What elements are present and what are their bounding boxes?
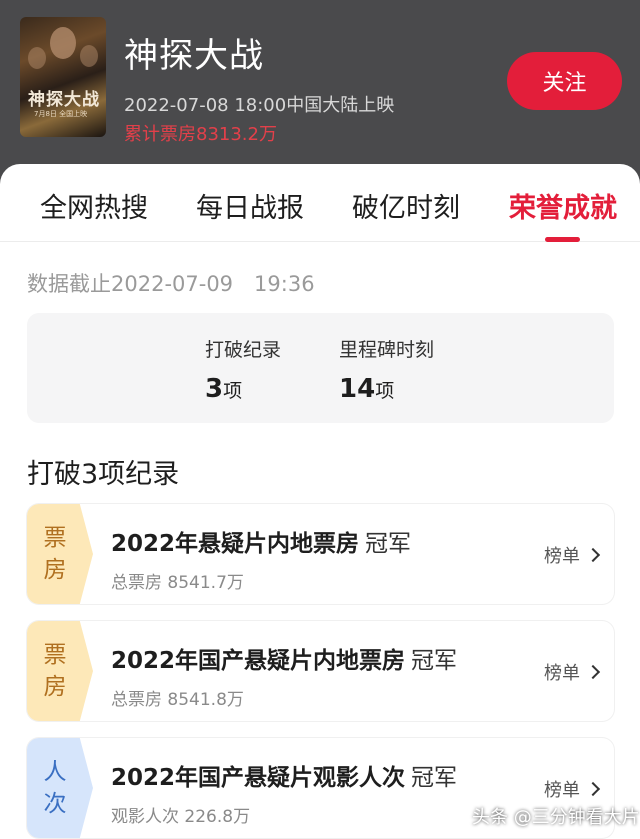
record-badge: 票 房 <box>27 621 93 721</box>
record-title: 2022年国产悬疑片观影人次 冠军 <box>111 758 457 792</box>
milestones-value: 14项 <box>339 374 434 404</box>
section-title: 打破3项纪录 <box>27 459 180 490</box>
ranking-link[interactable]: 榜单 <box>544 542 601 568</box>
ranking-link-label: 榜单 <box>544 780 580 801</box>
milestones-count: 14 <box>339 374 376 404</box>
record-name: 2022年悬疑片内地票房 <box>111 531 360 557</box>
record-value: 观影人次 226.8万 <box>111 807 251 827</box>
tab-daily-report[interactable]: 每日战报 <box>196 186 304 225</box>
poster-title: 神探大战 <box>28 90 100 110</box>
records-value: 3项 <box>205 374 281 404</box>
badge-char: 人 <box>43 759 67 785</box>
milestones-label: 里程碑时刻 <box>339 339 435 361</box>
record-rank: 冠军 <box>365 531 412 557</box>
follow-button[interactable]: 关注 <box>507 52 622 110</box>
chevron-right-icon <box>585 781 601 797</box>
tab-bar: 全网热搜 每日战报 破亿时刻 荣誉成就 <box>0 164 640 242</box>
badge-char: 次 <box>43 791 67 817</box>
chevron-right-icon <box>585 664 601 680</box>
tab-100m-moment[interactable]: 破亿时刻 <box>352 186 460 225</box>
release-info: 2022-07-08 18:00中国大陆上映 <box>124 95 395 116</box>
record-name: 2022年国产悬疑片内地票房 <box>111 648 406 674</box>
movie-title: 神探大战 <box>124 36 264 76</box>
records-unit: 项 <box>223 380 243 402</box>
record-card[interactable]: 票 房 2022年国产悬疑片内地票房 冠军 总票房 8541.8万 榜单 <box>27 621 614 721</box>
poster-figure <box>80 45 98 67</box>
ranking-link[interactable]: 榜单 <box>544 776 601 802</box>
milestones-unit: 项 <box>375 380 395 402</box>
record-title: 2022年悬疑片内地票房 冠军 <box>111 524 411 558</box>
record-card[interactable]: 票 房 2022年悬疑片内地票房 冠军 总票房 8541.7万 榜单 <box>27 504 614 604</box>
ranking-link[interactable]: 榜单 <box>544 659 601 685</box>
record-rank: 冠军 <box>411 765 458 791</box>
watermark: 头条 @三分钟看大片 <box>472 807 640 828</box>
records-label: 打破纪录 <box>205 339 282 361</box>
total-boxoffice: 累计票房8313.2万 <box>124 124 277 145</box>
content-sheet: 全网热搜 每日战报 破亿时刻 荣誉成就 数据截止2022-07-09 19:36… <box>0 164 640 839</box>
record-value: 总票房 8541.8万 <box>111 690 244 710</box>
chevron-right-icon <box>585 547 601 563</box>
record-title: 2022年国产悬疑片内地票房 冠军 <box>111 641 457 675</box>
records-count: 3 <box>205 374 224 404</box>
ranking-link-label: 榜单 <box>544 663 580 684</box>
ranking-link-label: 榜单 <box>544 546 580 567</box>
record-rank: 冠军 <box>411 648 458 674</box>
poster-subtitle: 7月8日 全国上映 <box>34 110 88 118</box>
movie-poster[interactable]: 神探大战 7月8日 全国上映 <box>20 17 106 137</box>
poster-figure <box>28 47 46 69</box>
records-stat: 打破纪录 3项 <box>205 335 281 404</box>
record-badge: 人 次 <box>27 738 93 838</box>
badge-char: 票 <box>43 525 67 551</box>
milestones-stat: 里程碑时刻 14项 <box>339 335 434 404</box>
badge-char: 票 <box>43 642 67 668</box>
poster-figure <box>50 27 76 59</box>
record-name: 2022年国产悬疑片观影人次 <box>111 765 406 791</box>
record-value: 总票房 8541.7万 <box>111 573 244 593</box>
badge-char: 房 <box>43 674 67 700</box>
record-badge: 票 房 <box>27 504 93 604</box>
data-cutoff-time: 数据截止2022-07-09 19:36 <box>27 272 315 296</box>
badge-char: 房 <box>43 557 67 583</box>
tab-honors[interactable]: 荣誉成就 <box>509 186 617 225</box>
tab-hot-search[interactable]: 全网热搜 <box>40 186 148 225</box>
honors-summary: 打破纪录 3项 里程碑时刻 14项 <box>27 313 614 423</box>
active-tab-indicator <box>545 237 580 242</box>
